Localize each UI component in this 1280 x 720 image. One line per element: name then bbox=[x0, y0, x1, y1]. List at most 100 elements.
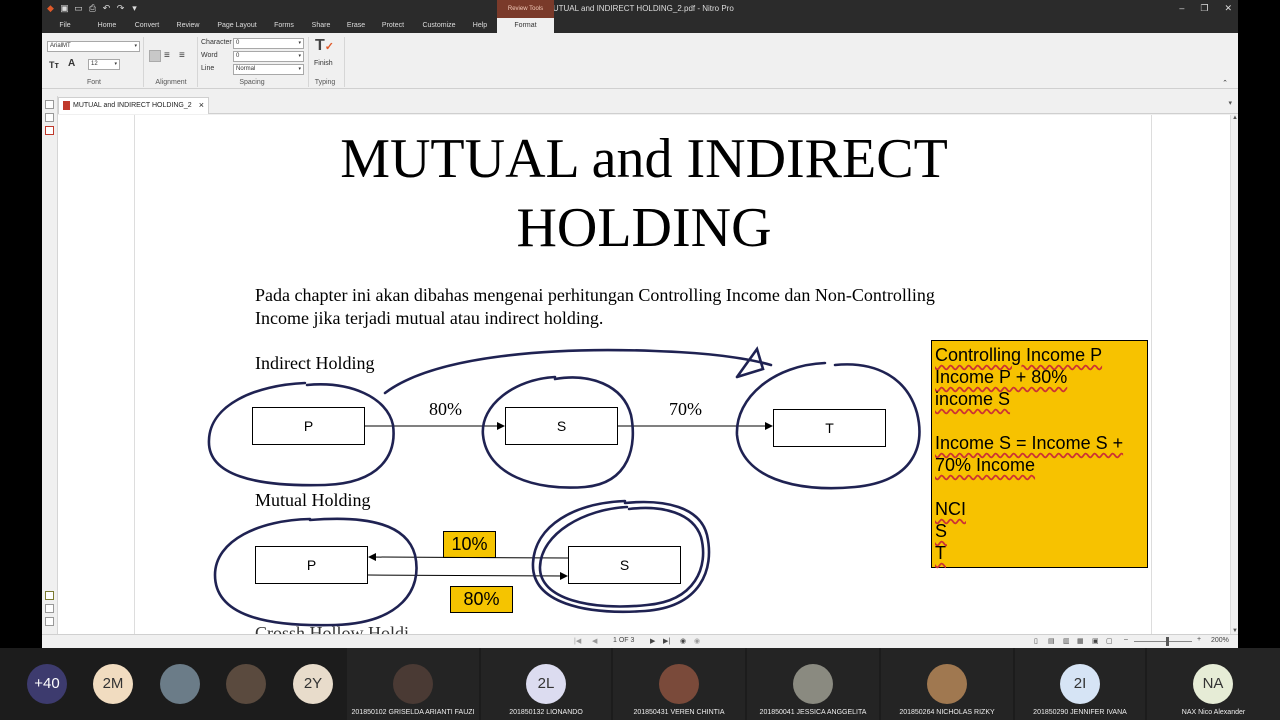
tab-list-chevron-icon[interactable]: ▾ bbox=[1228, 99, 1232, 107]
arrow-p-to-s-mutual bbox=[367, 571, 568, 580]
zoom-slider[interactable] bbox=[1134, 641, 1192, 642]
output-panel-icon[interactable] bbox=[45, 617, 54, 626]
finish-button-label[interactable]: Finish bbox=[314, 60, 333, 67]
participant-name: 201850132 LIONANDO bbox=[509, 709, 583, 716]
scroll-up-icon[interactable]: ▲ bbox=[1232, 115, 1238, 121]
participant-avatar: 2M bbox=[93, 664, 133, 704]
meeting-participant-strip: +40 2M 2Y 201850102 GRISELDA ARIANTI FAU… bbox=[0, 648, 1280, 720]
close-tab-icon[interactable]: × bbox=[199, 98, 204, 113]
participant-tile[interactable]: 2L 201850132 LIONANDO bbox=[481, 648, 611, 720]
close-icon[interactable]: ✕ bbox=[1224, 3, 1232, 14]
pdf-page: MUTUAL and INDIRECT HOLDING Pada chapter… bbox=[134, 115, 1152, 634]
tab-erase[interactable]: Erase bbox=[342, 18, 370, 33]
ink-circle-mutual-p bbox=[213, 517, 418, 627]
tab-page-layout[interactable]: Page Layout bbox=[214, 18, 260, 33]
participant-tile[interactable]: +40 bbox=[20, 648, 74, 720]
participant-tile[interactable]: 201850041 JESSICA ANGGELITA bbox=[747, 648, 879, 720]
participant-tile[interactable]: NA NAX Nico Alexander bbox=[1147, 648, 1280, 720]
zoom-level[interactable]: 200% bbox=[1211, 637, 1229, 644]
tab-format[interactable]: Format bbox=[497, 18, 554, 33]
collapse-ribbon-icon[interactable]: ⌃ bbox=[1222, 79, 1228, 87]
tab-file[interactable]: File bbox=[52, 18, 78, 33]
participant-name: NAX Nico Alexander bbox=[1181, 709, 1246, 716]
single-page-view-icon[interactable]: ▯ bbox=[1034, 637, 1038, 645]
tab-forms[interactable]: Forms bbox=[270, 18, 298, 33]
previous-page-icon[interactable]: ◀ bbox=[592, 637, 597, 645]
participant-tile[interactable]: 201850264 NICHOLAS RIZKY bbox=[881, 648, 1013, 720]
left-sidebar bbox=[42, 96, 58, 634]
finish-typing-icon[interactable]: T✓ bbox=[315, 37, 334, 55]
attachments-panel-icon[interactable] bbox=[45, 126, 54, 135]
pages-panel-icon[interactable] bbox=[45, 100, 54, 109]
align-left-icon[interactable] bbox=[149, 50, 161, 62]
font-size-select[interactable]: 12 ▾ bbox=[88, 59, 120, 70]
full-screen-icon[interactable]: ▢ bbox=[1106, 637, 1113, 645]
participant-tile[interactable]: 201850431 VEREN CHINTIA bbox=[613, 648, 745, 720]
participant-tile[interactable]: 2M bbox=[86, 648, 140, 720]
tab-customize[interactable]: Customize bbox=[418, 18, 460, 33]
note-line-8: NCI bbox=[935, 499, 966, 519]
character-spacing-input[interactable]: 0 ▾ bbox=[233, 38, 304, 49]
zoom-out-icon[interactable]: – bbox=[1124, 636, 1128, 643]
minimize-icon[interactable]: – bbox=[1179, 3, 1184, 14]
participant-avatar bbox=[927, 664, 967, 704]
window-title: MUTUAL and INDIRECT HOLDING_2.pdf - Nitr… bbox=[546, 4, 734, 13]
participant-tile[interactable]: 201850102 GRISELDA ARIANTI FAUZI bbox=[347, 648, 479, 720]
chevron-down-icon: ▾ bbox=[298, 53, 301, 59]
comments-panel-icon[interactable] bbox=[45, 591, 54, 600]
text-size-icon[interactable]: Tт bbox=[49, 60, 59, 70]
facing-view-icon[interactable]: ▥ bbox=[1063, 637, 1070, 645]
zoom-in-icon[interactable]: + bbox=[1197, 636, 1201, 643]
note-line-7 bbox=[935, 476, 1144, 498]
ink-arc-p-to-t bbox=[383, 348, 773, 395]
continuous-facing-view-icon[interactable]: ▦ bbox=[1077, 637, 1084, 645]
word-label: Word bbox=[201, 52, 218, 59]
participant-tile[interactable] bbox=[153, 648, 207, 720]
word-spacing-input[interactable]: 0 ▾ bbox=[233, 51, 304, 62]
nitro-pro-window: ◆ ▣ ▭ ⎙ ↶ ↷ ▾ MUTUAL and INDIRECT HOLDIN… bbox=[42, 0, 1238, 648]
font-name-select[interactable]: ArialMT ▾ bbox=[47, 41, 140, 52]
document-viewport[interactable]: MUTUAL and INDIRECT HOLDING Pada chapter… bbox=[58, 115, 1230, 634]
tab-home[interactable]: Home bbox=[92, 18, 122, 33]
zoom-slider-handle[interactable] bbox=[1166, 637, 1169, 646]
page-indicator[interactable]: 1 OF 3 bbox=[613, 637, 634, 644]
pdf-file-icon bbox=[63, 101, 70, 110]
typing-group-label: Typing bbox=[314, 79, 336, 86]
continuous-view-icon[interactable]: ▤ bbox=[1048, 637, 1055, 645]
chevron-down-icon: ▾ bbox=[114, 61, 117, 67]
participant-tile[interactable]: 2I 201850290 JENNIFER IVANA bbox=[1015, 648, 1145, 720]
align-center-icon[interactable]: ≡ bbox=[164, 50, 170, 61]
next-page-icon[interactable]: ▶ bbox=[650, 637, 655, 645]
tab-protect[interactable]: Protect bbox=[376, 18, 410, 33]
bookmarks-panel-icon[interactable] bbox=[45, 113, 54, 122]
arrow-s-to-p bbox=[368, 553, 569, 562]
ribbon-separator bbox=[143, 37, 144, 87]
forward-view-icon[interactable]: ◉ bbox=[694, 637, 700, 645]
tab-convert[interactable]: Convert bbox=[130, 18, 164, 33]
document-tab[interactable]: MUTUAL and INDIRECT HOLDING_2 × bbox=[58, 97, 209, 114]
note-line-6: 70% Income bbox=[935, 455, 1036, 475]
vertical-scrollbar[interactable]: ▲ ▼ bbox=[1230, 115, 1238, 634]
restore-icon[interactable]: ❐ bbox=[1200, 3, 1208, 14]
last-page-icon[interactable]: ▶| bbox=[663, 637, 670, 645]
chevron-down-icon: ▾ bbox=[134, 43, 137, 49]
tab-help[interactable]: Help bbox=[468, 18, 492, 33]
back-view-icon[interactable]: ◉ bbox=[680, 637, 686, 645]
character-label: Character bbox=[201, 39, 232, 46]
line-label: Line bbox=[201, 65, 215, 72]
participant-tile[interactable]: 2Y bbox=[286, 648, 340, 720]
line-spacing-select[interactable]: Normal ▾ bbox=[233, 64, 304, 75]
participant-tile[interactable] bbox=[219, 648, 273, 720]
fit-page-icon[interactable]: ▣ bbox=[1092, 637, 1099, 645]
tab-share[interactable]: Share bbox=[306, 18, 336, 33]
font-group-label: Font bbox=[86, 79, 101, 86]
notes-text-box[interactable]: Controlling Income P Income P + 80% inco… bbox=[931, 340, 1148, 568]
first-page-icon[interactable]: |◀ bbox=[574, 637, 581, 645]
alignment-group-label: Alignment bbox=[155, 79, 187, 86]
align-right-icon[interactable]: ≡ bbox=[179, 50, 185, 61]
font-color-icon[interactable]: A bbox=[68, 58, 75, 69]
ribbon-tabs: File Home Convert Review Page Layout For… bbox=[42, 18, 1238, 33]
signatures-panel-icon[interactable] bbox=[45, 604, 54, 613]
participant-name: 201850041 JESSICA ANGGELITA bbox=[759, 709, 867, 716]
tab-review[interactable]: Review bbox=[172, 18, 204, 33]
